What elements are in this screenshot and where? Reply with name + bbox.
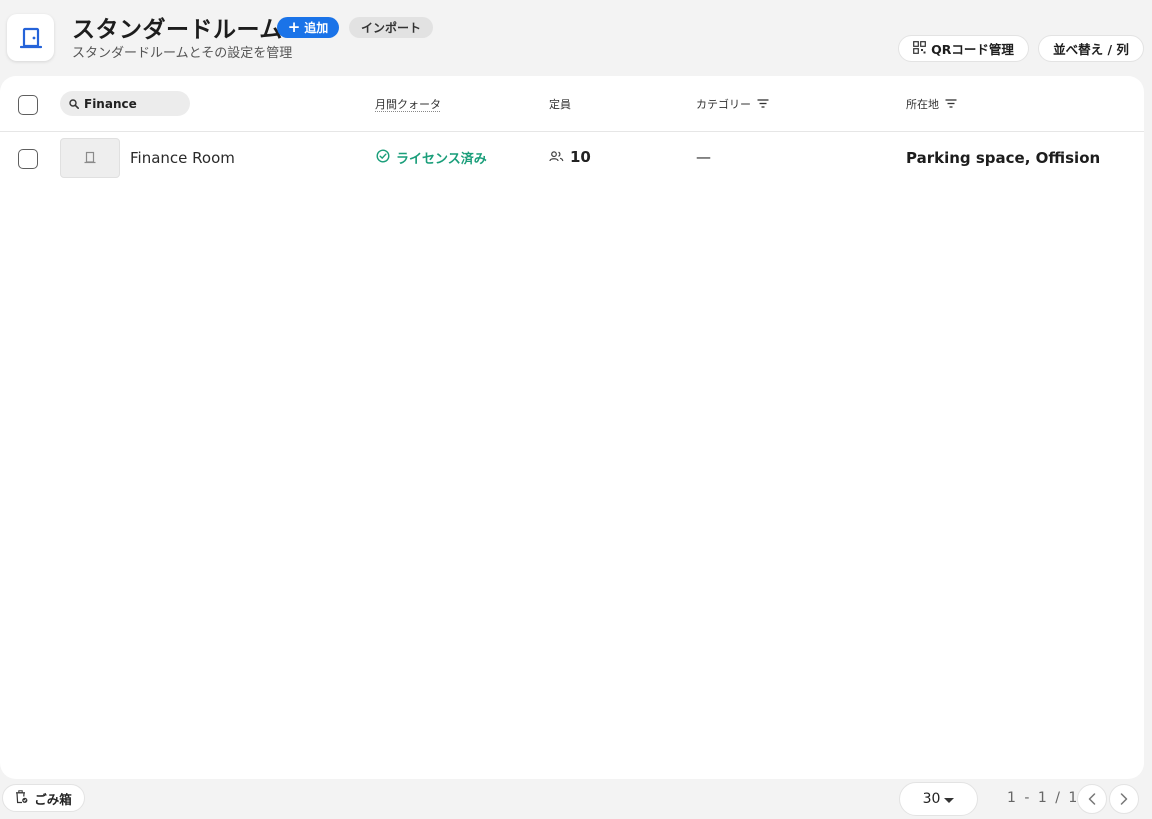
- qr-code-button[interactable]: QRコード管理: [898, 35, 1029, 62]
- trash-button-label: ごみ箱: [34, 791, 72, 807]
- chevron-right-icon: [1120, 790, 1128, 809]
- door-icon: [7, 14, 54, 61]
- qr-code-icon: [913, 40, 927, 57]
- door-icon: [84, 149, 96, 168]
- trash-button[interactable]: ごみ箱: [2, 784, 85, 812]
- add-button-label: 追加: [304, 21, 329, 35]
- column-header-category-label: カテゴリー: [696, 98, 751, 111]
- license-status-label: ライセンス済み: [396, 152, 487, 167]
- column-header-quota[interactable]: 月間クォータ: [375, 96, 441, 112]
- table-header: 月間クォータ 定員 カテゴリー 所在地: [0, 76, 1144, 132]
- plus-icon: +: [287, 17, 301, 36]
- table-row[interactable]: Finance Room ライセンス済み 10 — Parking space,…: [0, 133, 1144, 185]
- search-field[interactable]: [60, 91, 190, 116]
- filter-icon[interactable]: [945, 98, 957, 111]
- select-all-checkbox[interactable]: [18, 95, 38, 115]
- column-header-capacity[interactable]: 定員: [549, 96, 571, 112]
- capacity-number: 10: [570, 148, 591, 166]
- check-circle-icon: [376, 148, 390, 167]
- row-checkbox[interactable]: [18, 149, 38, 169]
- capacity-value: 10: [549, 148, 591, 166]
- page-footer: ごみ箱 30 1 - 1 / 1: [0, 779, 1152, 819]
- filter-icon[interactable]: [757, 98, 769, 111]
- search-icon: [69, 94, 79, 113]
- column-header-location[interactable]: 所在地: [906, 96, 957, 112]
- rooms-table: 月間クォータ 定員 カテゴリー 所在地: [0, 76, 1144, 779]
- add-button[interactable]: + 追加: [277, 17, 339, 38]
- pagination-range: 1 - 1 / 1: [1007, 790, 1080, 806]
- room-name[interactable]: Finance Room: [130, 149, 235, 167]
- chevron-left-icon: [1088, 790, 1096, 809]
- search-input[interactable]: [84, 96, 184, 111]
- column-header-category[interactable]: カテゴリー: [696, 96, 769, 112]
- trash-icon: [15, 789, 28, 807]
- people-icon: [549, 148, 564, 166]
- qr-code-button-label: QRコード管理: [931, 42, 1014, 57]
- caret-down-icon: [944, 797, 955, 803]
- column-header-location-label: 所在地: [906, 98, 939, 111]
- page-header: スタンダードルーム スタンダードルームとその設定を管理 + 追加 インポート Q…: [0, 0, 1152, 76]
- page-subtitle: スタンダードルームとその設定を管理: [72, 46, 293, 61]
- previous-page-button[interactable]: [1077, 784, 1107, 814]
- location-value: Parking space, Offision: [906, 149, 1101, 167]
- column-header-capacity-label: 定員: [549, 98, 571, 111]
- import-button-label: インポート: [360, 21, 421, 35]
- column-header-quota-label: 月間クォータ: [375, 98, 441, 111]
- page-title: スタンダードルーム: [72, 17, 283, 43]
- per-page-select[interactable]: 30: [899, 782, 978, 816]
- license-status: ライセンス済み: [376, 148, 487, 167]
- import-button[interactable]: インポート: [349, 17, 433, 38]
- per-page-value: 30: [922, 791, 941, 807]
- next-page-button[interactable]: [1109, 784, 1139, 814]
- sort-columns-button[interactable]: 並べ替え / 列: [1038, 35, 1144, 62]
- sort-columns-button-label: 並べ替え / 列: [1053, 42, 1129, 57]
- room-thumbnail: [60, 138, 120, 178]
- category-value: —: [696, 148, 711, 166]
